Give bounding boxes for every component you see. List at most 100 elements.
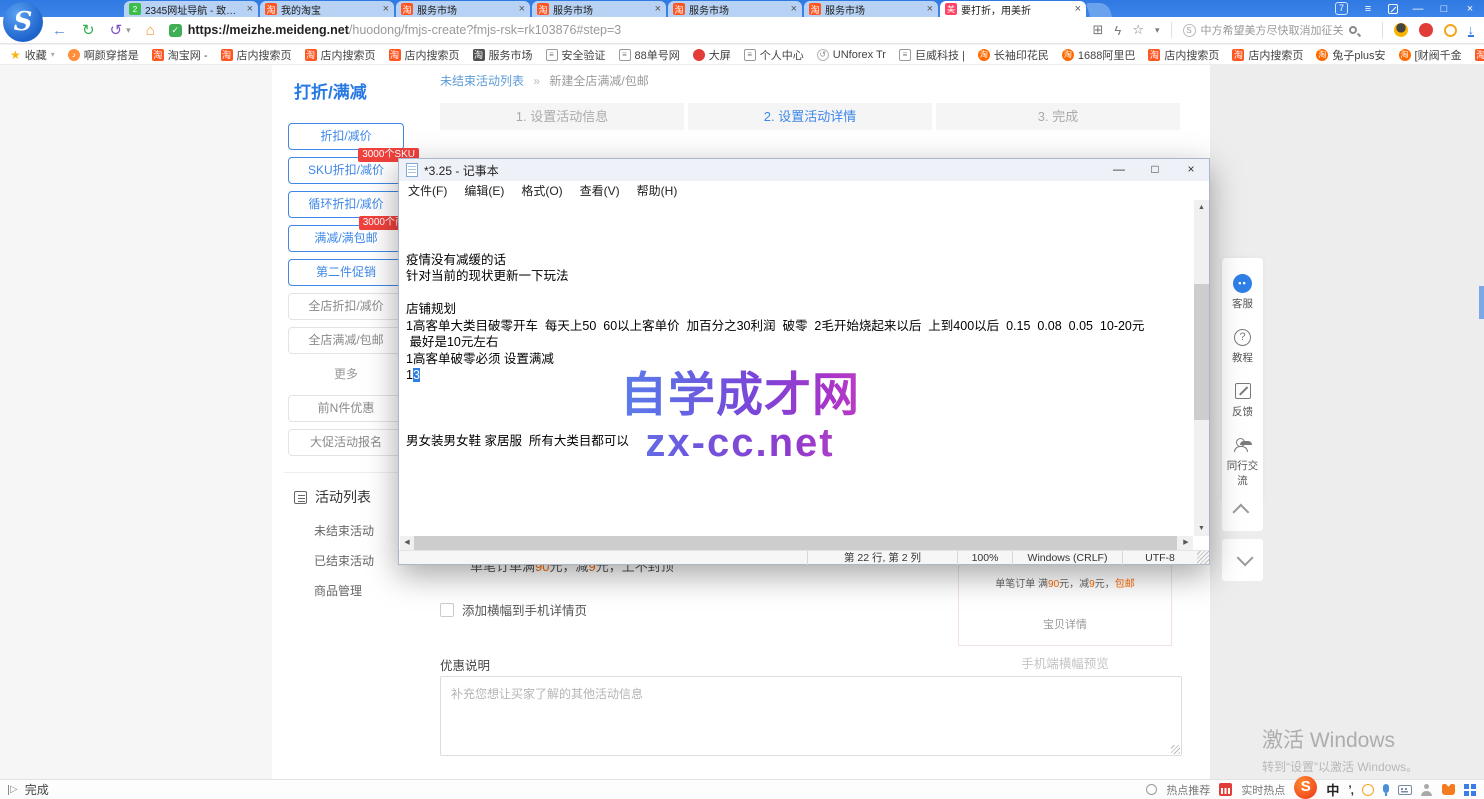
scroll-left-icon[interactable]: ◀ <box>400 536 414 550</box>
bookmark-item[interactable]: 大屏 <box>693 47 731 63</box>
address-bar[interactable]: ✓ https://meizhe.meideng.net/huodong/fmj… <box>169 23 1093 37</box>
notepad-menu-item[interactable]: 帮助(H) <box>637 182 678 199</box>
browser-tab[interactable]: 2345网址导航 - 致力于× <box>124 1 258 17</box>
new-tab-button[interactable] <box>1086 3 1113 17</box>
bookmark-item[interactable]: 店内搜索页 <box>1475 47 1484 63</box>
notepad-text[interactable]: 疫情没有减缓的话针对当前的现状更新一下玩法 店铺规划1高客单大类目破零开车 每天… <box>400 200 1193 536</box>
menu-icon[interactable]: ≡ <box>1362 3 1374 15</box>
browser-tab[interactable]: 服务市场× <box>804 1 938 17</box>
window-resize-grip[interactable] <box>1197 551 1209 565</box>
browser-tab[interactable]: 服务市场× <box>668 1 802 17</box>
bookmark-item[interactable]: 兔子plus安 <box>1316 47 1385 63</box>
home-icon[interactable]: ⌂ <box>146 22 155 39</box>
sidebar-list-item[interactable]: 商品管理 <box>272 569 420 599</box>
tab-close-icon[interactable]: × <box>655 3 661 15</box>
browser-tab[interactable]: 要打折，用美折× <box>940 1 1086 17</box>
scroll-to-top-button[interactable] <box>1222 489 1263 531</box>
bookmark-item[interactable]: 长袖印花民 <box>978 47 1049 63</box>
banner-checkbox[interactable] <box>440 603 454 617</box>
notepad-menu-item[interactable]: 编辑(E) <box>464 182 504 199</box>
sidebar-button[interactable]: 全店满减/包邮 <box>288 327 404 354</box>
bookmark-item[interactable]: 店内搜索页 <box>389 47 460 63</box>
bookmark-item[interactable]: 店内搜索页 <box>305 47 376 63</box>
news-ticker-text[interactable]: 中方希望美方尽快取消加征关 <box>1201 22 1344 38</box>
tab-close-icon[interactable]: × <box>519 3 525 15</box>
browser-tab[interactable]: 我的淘宝× <box>260 1 394 17</box>
favorite-star-icon[interactable]: ☆ <box>1132 22 1144 38</box>
bookmark-item[interactable]: 啊颜穿搭是 <box>68 47 139 63</box>
undo-dropdown-icon[interactable]: ▾ <box>126 25 131 36</box>
bookmark-item[interactable]: UNforex Tr <box>817 49 886 61</box>
float-tool-help[interactable]: ?教程 <box>1222 320 1263 374</box>
app-red-icon[interactable] <box>1419 23 1433 37</box>
notepad-title-bar[interactable]: *3.25 - 记事本 — □ × <box>399 159 1209 181</box>
scrollbar-thumb[interactable] <box>414 536 1177 550</box>
notepad-maximize-button[interactable]: □ <box>1137 159 1173 181</box>
bookmark-item[interactable]: [财阀千金 <box>1399 47 1462 63</box>
smiley-icon[interactable] <box>1444 24 1457 37</box>
sidebar-button[interactable]: 更多 <box>288 361 404 388</box>
hot-recommend-label[interactable]: 热点推荐 <box>1166 782 1210 798</box>
scroll-up-icon[interactable]: ▲ <box>1194 200 1209 215</box>
scrollbar-thumb[interactable] <box>1194 284 1209 420</box>
hot-recommend-icon[interactable] <box>1146 784 1157 795</box>
search-icon[interactable] <box>1349 26 1357 34</box>
notepad-vertical-scrollbar[interactable]: ▲ ▼ <box>1194 200 1209 536</box>
float-tool-people[interactable]: 同行交流 <box>1222 428 1263 497</box>
bookmark-item[interactable]: 个人中心 <box>744 47 804 63</box>
toolbar-dropdown-icon[interactable]: ▾ <box>1155 25 1160 36</box>
apps-grid-icon[interactable]: ⊞ <box>1093 22 1104 38</box>
bookmark-item[interactable]: 安全验证 <box>546 47 606 63</box>
promo-description-input[interactable] <box>440 676 1182 756</box>
browser-tab[interactable]: 服务市场× <box>396 1 530 17</box>
sidebar-button[interactable]: 第二件促销 <box>288 259 404 286</box>
ime-language-mode[interactable]: 中 <box>1326 780 1339 799</box>
minimize-button[interactable]: — <box>1412 3 1424 15</box>
notepad-close-button[interactable]: × <box>1173 159 1209 181</box>
tab-close-icon[interactable]: × <box>927 3 933 15</box>
notepad-horizontal-scrollbar[interactable]: ◀ ▶ <box>400 536 1193 550</box>
scroll-down-icon[interactable]: ▼ <box>1194 521 1209 536</box>
download-icon[interactable]: ↓ <box>1468 24 1475 37</box>
soft-keyboard-icon[interactable] <box>1398 785 1412 795</box>
ime-skin-icon[interactable] <box>1442 784 1455 795</box>
breadcrumb-parent-link[interactable]: 未结束活动列表 <box>440 74 524 88</box>
sidebar-toggle-icon[interactable]: ▷ <box>8 784 18 795</box>
sidebar-button[interactable]: 折扣/减价 <box>288 123 404 150</box>
search-news-box[interactable]: S 中方希望美方尽快取消加征关 <box>1183 22 1371 38</box>
sidebar-button[interactable]: 满减/满包邮3000个商品 <box>288 225 404 252</box>
realtime-hot-icon[interactable] <box>1219 783 1232 796</box>
float-tool-chat[interactable]: ▪▪客服 <box>1222 266 1263 320</box>
realtime-hot-label[interactable]: 实时热点 <box>1241 782 1285 798</box>
bookmark-item[interactable]: 店内搜索页 <box>221 47 292 63</box>
sidebar-button[interactable]: 前N件优惠 <box>288 395 404 422</box>
url-text[interactable]: https://meizhe.meideng.net/huodong/fmjs-… <box>188 23 622 37</box>
emoji-icon[interactable] <box>1362 784 1374 796</box>
scroll-to-bottom-button[interactable] <box>1222 539 1263 581</box>
speed-icon[interactable]: ϟ <box>1114 23 1121 38</box>
sogou-ime-icon[interactable]: S <box>1294 776 1317 799</box>
bookmark-item[interactable]: 店内搜索页 <box>1232 47 1303 63</box>
ime-punctuation-icon[interactable]: ’, <box>1348 783 1353 797</box>
sidebar-button[interactable]: 大促活动报名 <box>288 429 404 456</box>
close-button[interactable]: × <box>1464 3 1476 15</box>
sidebar-button[interactable]: 全店折扣/减价 <box>288 293 404 320</box>
back-icon[interactable]: ← <box>52 22 67 39</box>
bookmark-item[interactable]: 服务市场 <box>473 47 533 63</box>
favorites-menu[interactable]: ★ 收藏 ▾ <box>10 47 55 63</box>
sidebar-button[interactable]: SKU折扣/减价3000个SKU <box>288 157 404 184</box>
bookmark-item[interactable]: 巨威科技 | <box>899 47 965 63</box>
tab-count-badge[interactable]: 7 <box>1335 2 1348 15</box>
scroll-right-icon[interactable]: ▶ <box>1179 536 1193 550</box>
user-avatar-icon[interactable] <box>1394 23 1408 37</box>
browser-logo[interactable]: S <box>3 2 43 42</box>
ime-toolbox-icon[interactable] <box>1464 784 1469 789</box>
bookmark-item[interactable]: 88单号网 <box>619 47 680 63</box>
reload-icon[interactable]: ↻ <box>82 21 95 39</box>
bookmark-item[interactable]: 店内搜索页 <box>1148 47 1219 63</box>
float-tool-edit[interactable]: 反馈 <box>1222 374 1263 428</box>
tab-close-icon[interactable]: × <box>383 3 389 15</box>
tab-close-icon[interactable]: × <box>1075 3 1081 15</box>
microphone-icon[interactable] <box>1383 784 1389 793</box>
browser-page-scrollbar[interactable] <box>1479 286 1484 319</box>
